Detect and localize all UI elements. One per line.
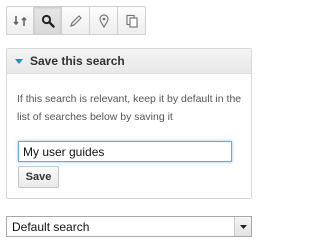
copy-icon (125, 14, 138, 28)
search-select-value: Default search (12, 219, 90, 234)
edit-tool-button[interactable] (62, 6, 90, 35)
save-search-panel: Save this search If this search is relev… (6, 48, 252, 199)
move-tool-button[interactable] (6, 6, 34, 35)
search-select[interactable]: Default search (6, 216, 252, 237)
collapse-caret-icon[interactable] (15, 58, 23, 64)
search-tool-button[interactable] (34, 6, 62, 35)
tool-toolbar (6, 6, 146, 35)
copy-tool-button[interactable] (118, 6, 146, 35)
move-icon (13, 15, 27, 26)
search-icon (41, 14, 55, 28)
dropdown-arrow-icon[interactable] (234, 217, 251, 236)
map-pin-icon (98, 13, 109, 28)
panel-description: If this search is relevant, keep it by d… (17, 93, 242, 123)
save-button[interactable]: Save (18, 166, 59, 188)
save-search-header[interactable]: Save this search (7, 49, 251, 74)
panel-title: Save this search (30, 54, 125, 68)
pencil-icon (69, 14, 82, 27)
location-tool-button[interactable] (90, 6, 118, 35)
search-name-input[interactable] (18, 141, 232, 162)
